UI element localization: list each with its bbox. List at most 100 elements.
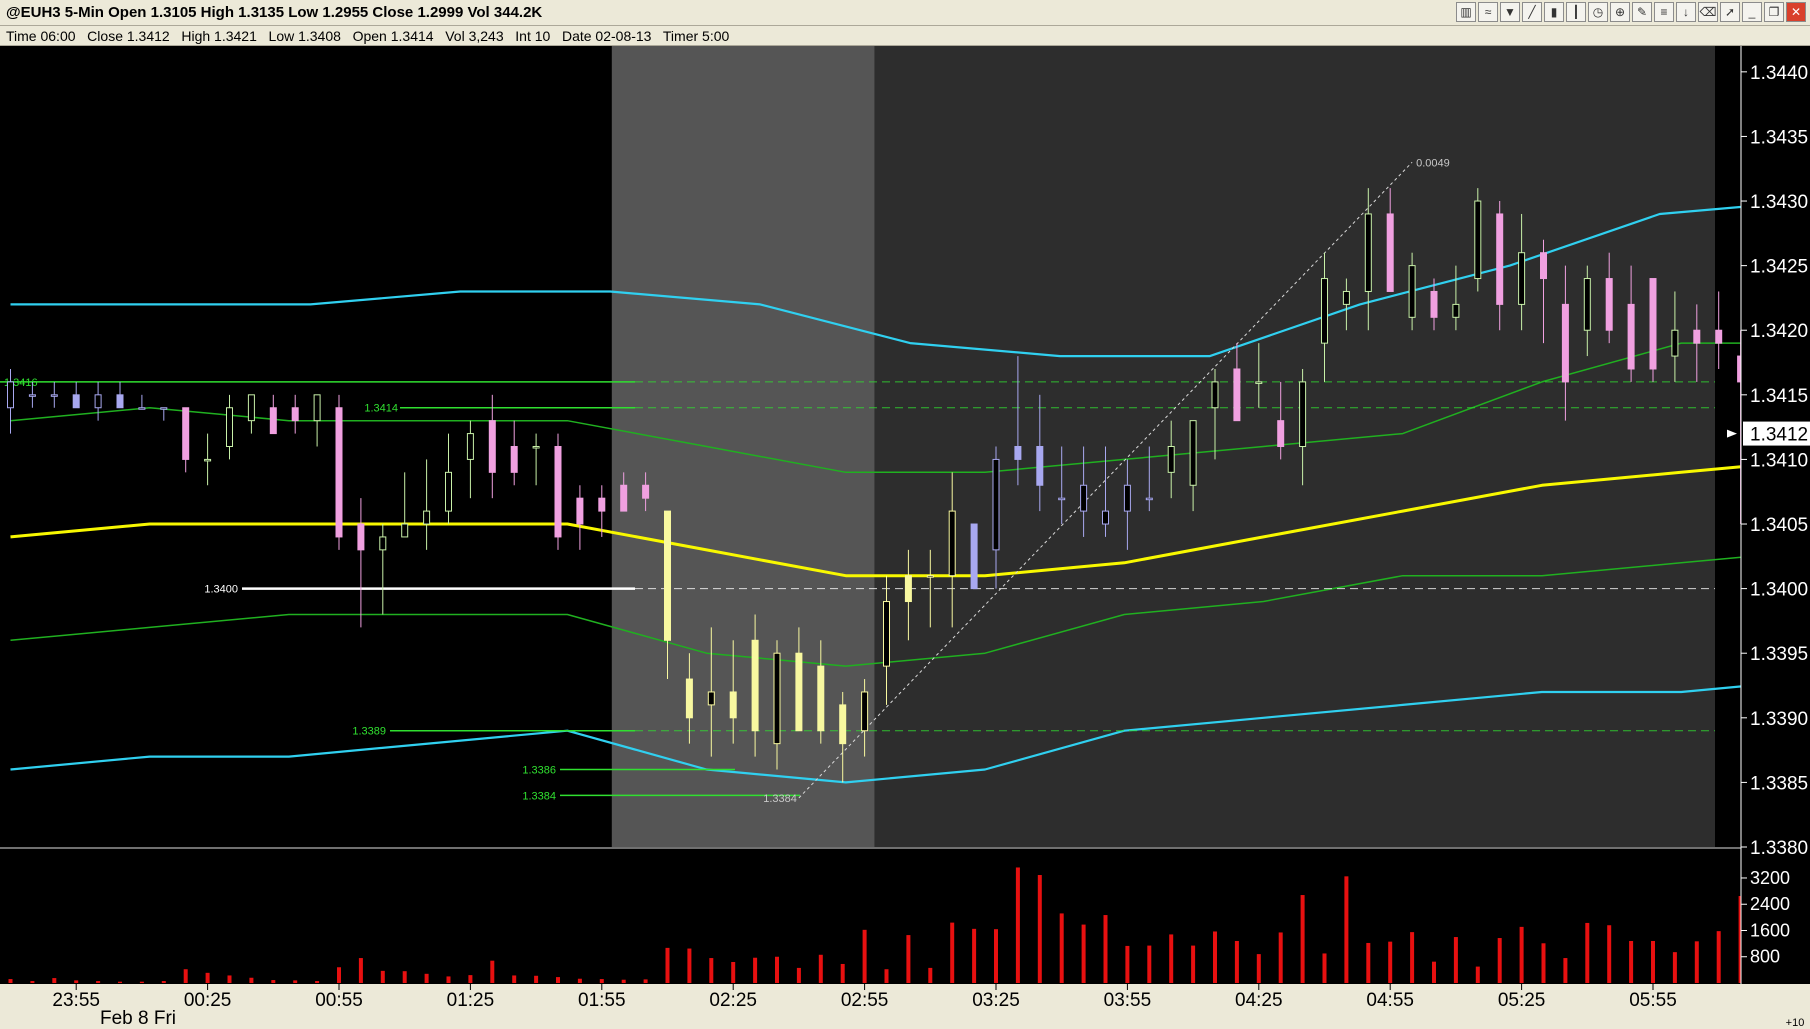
candle-body [576, 497, 584, 525]
draw-icon[interactable]: ╱ [1522, 2, 1542, 22]
volume-bar [687, 948, 692, 983]
volume-bar [8, 979, 13, 983]
volume-bar [1651, 940, 1655, 983]
volume-bar [271, 980, 276, 983]
candle-body [642, 484, 650, 499]
arrow-down-icon[interactable]: ↓ [1676, 2, 1696, 22]
candle-icon[interactable]: ┃ [1566, 2, 1586, 22]
volume-bar [1475, 966, 1480, 983]
candle-body [379, 536, 387, 551]
volume-bar [96, 981, 101, 983]
candle-body [554, 446, 562, 538]
candle-body [1255, 381, 1263, 384]
volume-bar [599, 979, 604, 983]
time-tick-label: 02:55 [841, 990, 889, 1011]
volume-bar [1410, 932, 1415, 983]
candle-body [729, 691, 737, 719]
candle-body [948, 510, 956, 577]
candle-body [357, 523, 365, 551]
candle-body [423, 510, 431, 525]
price-tick-label: 1.3405 [1750, 515, 1808, 536]
volume-bar [402, 971, 407, 983]
price-level-label: 1.3414 [364, 403, 398, 415]
candle-body [1518, 252, 1526, 305]
candle-body [138, 407, 146, 410]
close-icon[interactable]: ✕ [1786, 2, 1806, 22]
time-tick-label: 01:55 [578, 990, 626, 1011]
volume-bar [1541, 943, 1546, 983]
volume-bar [818, 954, 823, 983]
price-tick-label: 1.3415 [1750, 386, 1808, 407]
candle-body [1430, 290, 1438, 318]
volume-bar [468, 975, 473, 983]
candle-body [1211, 381, 1219, 409]
candle-body [817, 665, 825, 732]
volume-bar [1388, 941, 1393, 983]
candle-body [664, 510, 671, 641]
study-icon[interactable]: ≈ [1478, 2, 1498, 22]
volume-bar [1694, 941, 1699, 983]
volume-bar [1256, 954, 1261, 983]
filter-icon[interactable]: ▼ [1500, 2, 1520, 22]
volume-bar [1607, 925, 1612, 983]
volume-bar [1234, 940, 1239, 983]
candle-body [182, 407, 190, 460]
volume-bar [1322, 953, 1327, 983]
bar-chart-icon[interactable]: ▮ [1544, 2, 1564, 22]
volume-bar [1278, 932, 1283, 983]
volume-bar [118, 981, 122, 983]
candle-body [1102, 510, 1109, 525]
candle-body [1123, 484, 1131, 512]
volume-bar [249, 977, 254, 983]
candle-body [1080, 484, 1088, 512]
volume-bar [1191, 945, 1196, 983]
volume-bar [1015, 867, 1020, 983]
clock-icon[interactable]: ◷ [1588, 2, 1608, 22]
date-label: Feb 8 Fri [100, 1008, 176, 1029]
candle-body [620, 484, 628, 512]
candle-body [795, 652, 803, 732]
volume-bar [1585, 922, 1590, 983]
candle-body [1627, 303, 1635, 370]
volume-bar [775, 956, 779, 983]
bar-info-text: Time 06:00 Close 1.3412 High 1.3421 Low … [6, 28, 730, 44]
candle-body [72, 394, 80, 409]
minimize-icon[interactable]: _ [1742, 2, 1762, 22]
volume-bar [1629, 940, 1634, 983]
candle-body [773, 652, 781, 745]
volume-bar [534, 975, 539, 983]
price-tick-label: 1.3390 [1750, 709, 1808, 730]
volume-bar [862, 929, 867, 983]
price-chart[interactable]: 1.34161.34141.34001.33891.33861.3384 1.33… [0, 46, 1810, 1029]
candle-body [488, 420, 496, 473]
price-tick-label: 1.3380 [1750, 838, 1808, 859]
candle-body [1299, 381, 1307, 447]
volume-bar [928, 967, 933, 983]
candle-body [247, 394, 255, 422]
candle-body [94, 394, 102, 409]
candle-body [1561, 303, 1569, 383]
candle-body [861, 691, 869, 732]
cursor-icon[interactable]: ➚ [1720, 2, 1740, 22]
fib-icon[interactable]: ≡ [1654, 2, 1674, 22]
volume-bar [840, 963, 845, 983]
candle-body [313, 394, 321, 422]
volume-bar [1432, 961, 1436, 983]
candle-body [1014, 446, 1022, 460]
price-tick-label: 1.3410 [1750, 450, 1808, 471]
volume-bar [1037, 875, 1042, 983]
chart-icon[interactable]: ▥ [1456, 2, 1476, 22]
zoom-icon[interactable]: ⊕ [1610, 2, 1630, 22]
volume-bar [1213, 931, 1217, 983]
price-level-label: 1.3386 [522, 764, 556, 776]
volume-bar [1300, 895, 1305, 983]
time-tick-label: 05:25 [1498, 990, 1546, 1011]
pencil-icon[interactable]: ✎ [1632, 2, 1652, 22]
restore-icon[interactable]: ❐ [1764, 2, 1784, 22]
volume-bar [643, 979, 648, 983]
price-tick-label: 1.3435 [1750, 127, 1808, 148]
candle-body [1386, 213, 1394, 292]
candle-body [335, 407, 343, 538]
trash-icon[interactable]: ⌫ [1698, 2, 1718, 22]
time-tick-label: 02:25 [709, 990, 757, 1011]
